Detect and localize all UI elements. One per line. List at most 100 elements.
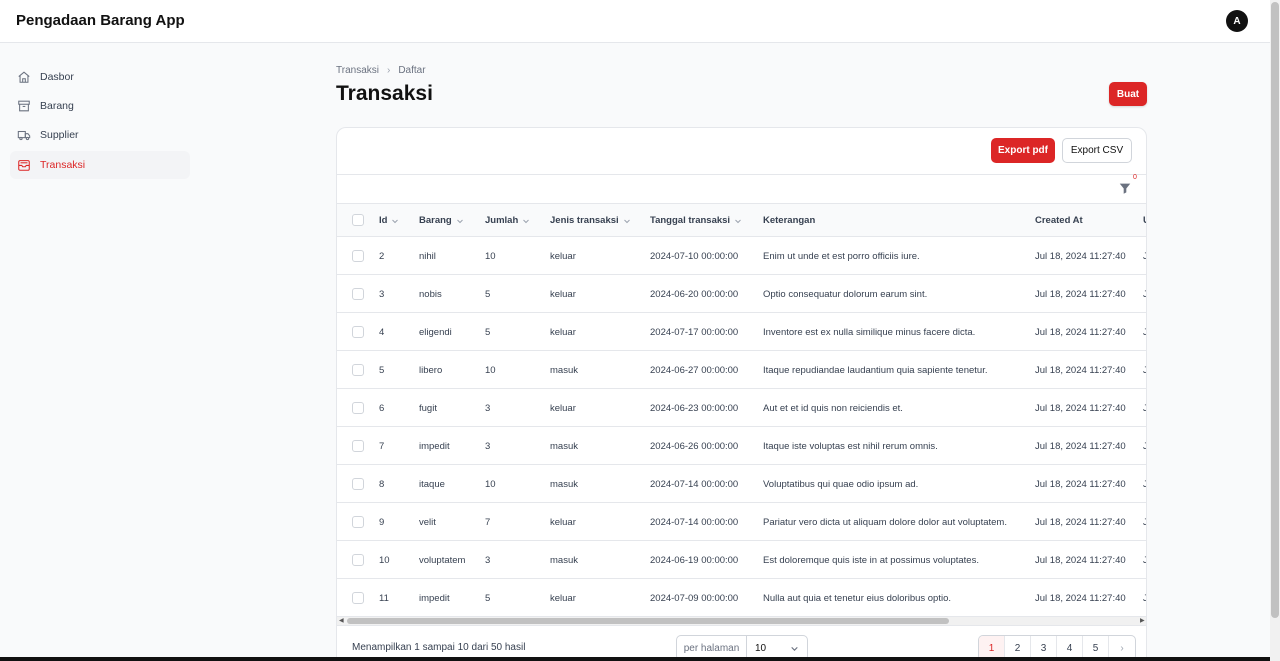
export-csv-button[interactable]: Export CSV — [1062, 138, 1132, 163]
cell-created: Jul 18, 2024 11:27:40 — [1035, 440, 1126, 452]
sidebar-item-transaksi[interactable]: Transaksi — [10, 151, 190, 179]
table-card: Export pdf Export CSV 0 Id Barang Jumlah… — [336, 127, 1147, 661]
row-checkbox[interactable] — [352, 250, 364, 262]
cell-id: 3 — [379, 288, 385, 300]
export-pdf-button[interactable]: Export pdf — [991, 138, 1055, 163]
cell-tanggal: 2024-07-14 00:00:00 — [650, 516, 739, 528]
sidebar-item-label: Supplier — [40, 129, 79, 141]
cell-tanggal: 2024-07-17 00:00:00 — [650, 326, 739, 338]
cell-tanggal: 2024-07-14 00:00:00 — [650, 478, 739, 490]
cell-id: 9 — [379, 516, 385, 528]
cell-updated: J — [1143, 427, 1146, 465]
cell-jenis: masuk — [550, 440, 578, 452]
divider — [337, 174, 1146, 175]
cell-created: Jul 18, 2024 11:27:40 — [1035, 364, 1126, 376]
cell-keterangan: Nulla aut quia et tenetur eius doloribus… — [763, 592, 952, 604]
user-avatar[interactable]: A — [1226, 10, 1248, 32]
scrollbar-thumb[interactable] — [1271, 2, 1279, 618]
cell-keterangan: Optio consequatur dolorum earum sint. — [763, 288, 928, 300]
divider — [337, 625, 1146, 626]
column-header-id[interactable]: Id — [379, 204, 399, 237]
table-row[interactable]: 7 impedit 3 masuk 2024-06-26 00:00:00 Itaque … — [337, 427, 1146, 465]
cell-keterangan: Itaque iste voluptas est nihil rerum omn… — [763, 440, 938, 452]
column-header-created-at[interactable]: Created At — [1035, 204, 1083, 237]
table-row[interactable]: 10 voluptatem 3 masuk 2024-06-19 00:00:00 Est… — [337, 541, 1146, 579]
cell-tanggal: 2024-07-09 00:00:00 — [650, 592, 739, 604]
cell-created: Jul 18, 2024 11:27:40 — [1035, 288, 1126, 300]
filter-icon[interactable] — [1118, 181, 1132, 195]
table-row[interactable]: 2 nihil 10 keluar 2024-07-10 00:00:00 Enim ut… — [337, 237, 1146, 275]
sidebar-item-supplier[interactable]: Supplier — [10, 121, 190, 149]
cell-jenis: keluar — [550, 288, 576, 300]
breadcrumb-parent[interactable]: Transaksi — [336, 65, 379, 76]
table-row[interactable]: 9 velit 7 keluar 2024-07-14 00:00:00 Pariatur… — [337, 503, 1146, 541]
cell-updated: J — [1143, 541, 1146, 579]
row-checkbox[interactable] — [352, 288, 364, 300]
scroll-right-icon[interactable]: ▶ — [1140, 617, 1145, 624]
table-row[interactable]: 5 libero 10 masuk 2024-06-27 00:00:00 Itaque … — [337, 351, 1146, 389]
column-header-barang[interactable]: Barang — [419, 204, 464, 237]
column-header-updated-at[interactable]: U — [1143, 204, 1146, 237]
row-checkbox[interactable] — [352, 440, 364, 452]
chevron-down-icon — [791, 646, 798, 651]
sidebar-item-label: Barang — [40, 100, 74, 112]
page-scrollbar[interactable] — [1270, 0, 1280, 661]
cell-created: Jul 18, 2024 11:27:40 — [1035, 250, 1126, 262]
row-checkbox[interactable] — [352, 402, 364, 414]
table-row[interactable]: 8 itaque 10 masuk 2024-07-14 00:00:00 Volupta… — [337, 465, 1146, 503]
horizontal-scrollbar[interactable]: ◀ ▶ — [337, 617, 1146, 625]
cell-barang: velit — [419, 516, 436, 528]
page-title: Transaksi — [336, 82, 433, 105]
chevron-right-icon: › — [1120, 642, 1124, 654]
cell-keterangan: Est doloremque quis iste in at possimus … — [763, 554, 979, 566]
cell-updated: J — [1143, 313, 1146, 351]
create-button[interactable]: Buat — [1109, 82, 1147, 106]
row-checkbox[interactable] — [352, 478, 364, 490]
select-all-checkbox[interactable] — [352, 214, 364, 226]
table-row[interactable]: 11 impedit 5 keluar 2024-07-09 00:00:00 Nulla… — [337, 579, 1146, 617]
row-checkbox[interactable] — [352, 364, 364, 376]
cell-jumlah: 5 — [485, 288, 491, 300]
header-label: Jenis transaksi — [550, 215, 619, 226]
cell-barang: impedit — [419, 440, 450, 452]
scrollbar-thumb[interactable] — [347, 618, 949, 624]
column-header-jenis-transaksi[interactable]: Jenis transaksi — [550, 204, 631, 237]
per-page-value-text: 10 — [755, 642, 767, 654]
header-label: Barang — [419, 215, 452, 226]
sidebar-item-barang[interactable]: Barang — [10, 92, 190, 120]
cell-id: 6 — [379, 402, 385, 414]
row-checkbox[interactable] — [352, 554, 364, 566]
cell-updated: J — [1143, 389, 1146, 427]
header-label: U — [1143, 215, 1146, 226]
table-row[interactable]: 6 fugit 3 keluar 2024-06-23 00:00:00 Aut et e… — [337, 389, 1146, 427]
column-header-tanggal-transaksi[interactable]: Tanggal transaksi — [650, 204, 742, 237]
cell-updated: J — [1143, 237, 1146, 275]
cell-created: Jul 18, 2024 11:27:40 — [1035, 592, 1126, 604]
sidebar-item-dasbor[interactable]: Dasbor — [10, 63, 190, 91]
cell-jumlah: 10 — [485, 478, 496, 490]
cell-keterangan: Aut et et id quis non reiciendis et. — [763, 402, 903, 414]
app-title[interactable]: Pengadaan Barang App — [16, 12, 185, 29]
column-header-keterangan[interactable]: Keterangan — [763, 204, 815, 237]
cell-id: 7 — [379, 440, 385, 452]
per-page-value[interactable]: 10 — [747, 643, 807, 654]
cell-jenis: keluar — [550, 250, 576, 262]
table-row[interactable]: 4 eligendi 5 keluar 2024-07-17 00:00:00 Inven… — [337, 313, 1146, 351]
cell-updated: J — [1143, 465, 1146, 503]
column-header-jumlah[interactable]: Jumlah — [485, 204, 530, 237]
table-row[interactable]: 3 nobis 5 keluar 2024-06-20 00:00:00 Optio co… — [337, 275, 1146, 313]
sidebar-item-label: Transaksi — [40, 159, 86, 171]
cell-barang: nihil — [419, 250, 436, 262]
row-checkbox[interactable] — [352, 326, 364, 338]
cell-keterangan: Enim ut unde et est porro officiis iure. — [763, 250, 920, 262]
header-label: Keterangan — [763, 215, 816, 226]
row-checkbox[interactable] — [352, 592, 364, 604]
row-checkbox[interactable] — [352, 516, 364, 528]
cell-keterangan: Voluptatibus qui quae odio ipsum ad. — [763, 478, 919, 490]
cell-updated: J — [1143, 579, 1146, 617]
scroll-left-icon[interactable]: ◀ — [339, 617, 344, 624]
chevron-down-icon — [623, 219, 630, 223]
cell-created: Jul 18, 2024 11:27:40 — [1035, 478, 1126, 490]
inbox-icon — [16, 157, 32, 173]
cell-barang: fugit — [419, 402, 437, 414]
